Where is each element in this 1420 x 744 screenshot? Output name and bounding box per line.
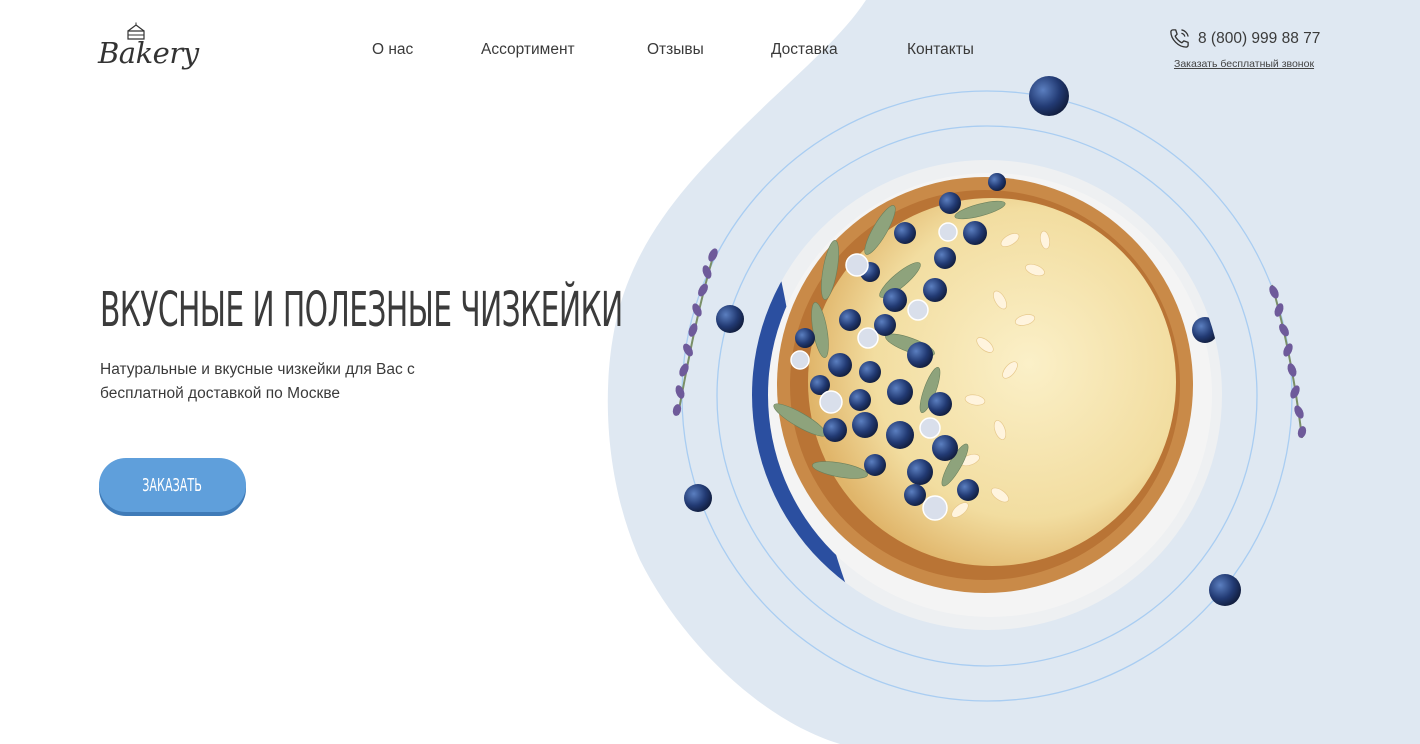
lavender-right <box>1269 284 1307 439</box>
cheesecake-photo <box>752 160 1222 630</box>
blueberry-left-upper <box>716 305 744 333</box>
blueberry-left-lower <box>684 484 712 512</box>
lavender-left <box>672 248 718 416</box>
blueberry-bottom-right <box>1209 574 1241 606</box>
blueberry-top <box>1029 76 1069 116</box>
hero-illustration <box>672 76 1307 702</box>
